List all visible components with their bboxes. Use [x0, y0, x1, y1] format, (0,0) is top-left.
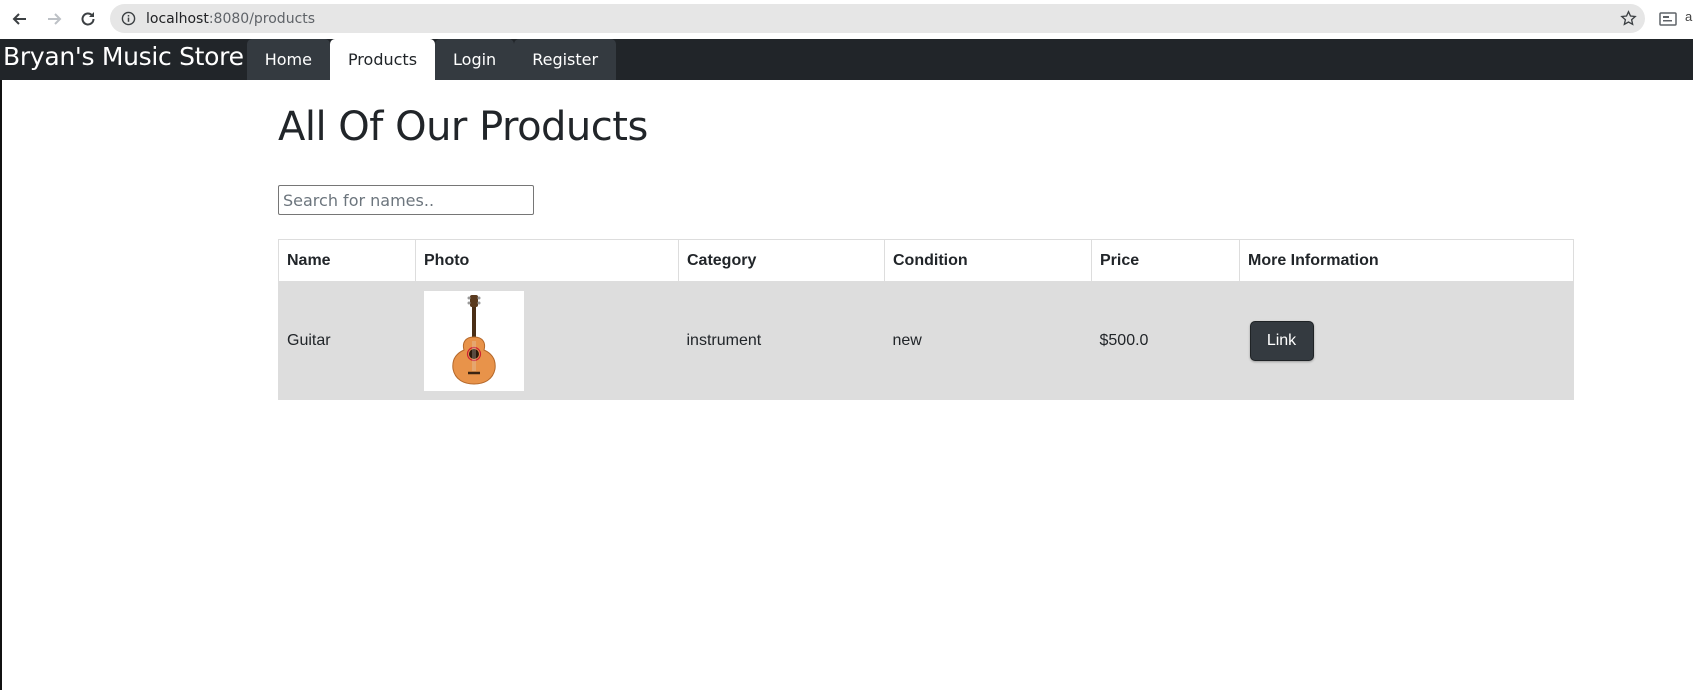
page-title: All Of Our Products — [278, 104, 648, 150]
cell-price: $500.0 — [1091, 281, 1240, 400]
tab-register[interactable]: Register — [514, 39, 617, 80]
url-text: localhost:8080/products — [146, 11, 315, 27]
url-path: :8080/products — [208, 10, 316, 27]
tab-login[interactable]: Login — [435, 39, 515, 80]
back-button[interactable] — [6, 5, 34, 33]
search-input[interactable] — [278, 185, 534, 215]
site-navbar: Bryan's Music Store Home Products Login … — [0, 39, 1693, 80]
brand-title[interactable]: Bryan's Music Store — [3, 42, 244, 71]
arrow-right-icon — [48, 13, 62, 25]
products-table: Name Photo Category Condition Price More… — [278, 239, 1574, 400]
window-left-edge — [0, 80, 2, 690]
table-row: Guitar instrument new $500.0 Link — [278, 281, 1574, 400]
arrow-left-icon — [12, 13, 26, 25]
cell-category: instrument — [678, 281, 885, 400]
table-header-row: Name Photo Category Condition Price More… — [278, 239, 1574, 282]
star-icon[interactable] — [1620, 10, 1637, 27]
cell-name: Guitar — [278, 281, 416, 400]
header-price: Price — [1091, 239, 1240, 282]
header-condition: Condition — [884, 239, 1092, 282]
cell-condition: new — [884, 281, 1092, 400]
header-category: Category — [678, 239, 885, 282]
forward-button[interactable] — [40, 5, 68, 33]
info-icon[interactable] — [120, 11, 136, 27]
nav-tabs: Home Products Login Register — [246, 39, 617, 80]
cell-photo — [415, 281, 679, 400]
guitar-icon — [451, 294, 496, 385]
header-more-information: More Information — [1239, 239, 1574, 282]
reload-button[interactable] — [74, 5, 102, 33]
guitar-image — [423, 290, 524, 391]
header-name: Name — [278, 239, 416, 282]
tab-home[interactable]: Home — [246, 39, 330, 80]
reload-icon — [81, 12, 95, 26]
link-button[interactable]: Link — [1249, 320, 1314, 361]
extension-icon[interactable] — [1658, 9, 1678, 29]
header-photo: Photo — [415, 239, 679, 282]
menu-icon[interactable]: a — [1685, 9, 1693, 29]
address-bar[interactable]: localhost:8080/products — [110, 4, 1645, 33]
tab-products[interactable]: Products — [329, 39, 436, 80]
url-host: localhost — [146, 10, 209, 27]
cell-more-information: Link — [1239, 281, 1574, 400]
